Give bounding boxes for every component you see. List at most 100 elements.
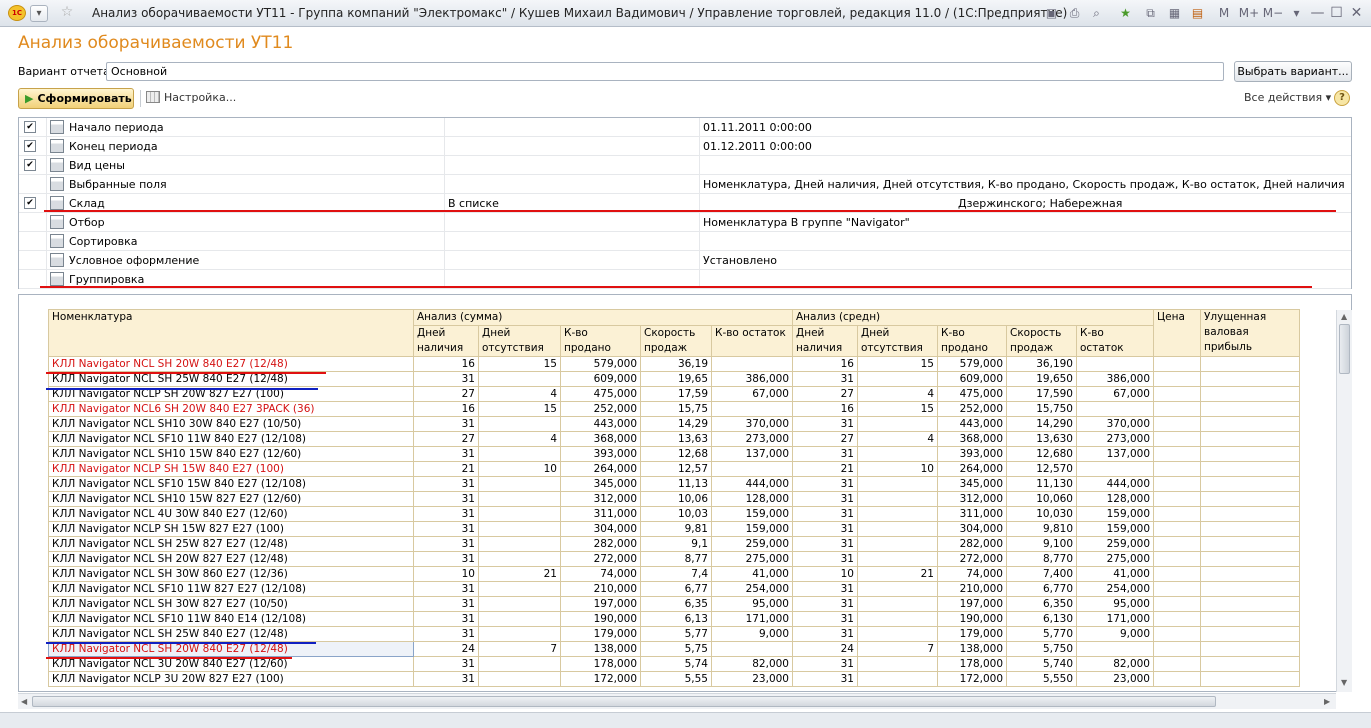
cell-o2[interactable]: 4 bbox=[857, 386, 938, 402]
cell-gross-profit[interactable] bbox=[1200, 611, 1300, 627]
cell-o1[interactable] bbox=[478, 506, 561, 522]
cell-r2[interactable]: 23,000 bbox=[1076, 671, 1154, 687]
cell-o2[interactable] bbox=[857, 551, 938, 567]
favorites-icon[interactable]: ★ bbox=[1117, 5, 1134, 22]
cell-nomenclature[interactable]: КЛЛ Navigator NCL SF10 11W 840 E14 (12/1… bbox=[48, 611, 414, 627]
cell-o1[interactable] bbox=[478, 491, 561, 507]
cell-v2[interactable]: 6,350 bbox=[1006, 596, 1077, 612]
preview-icon[interactable]: ⌕ bbox=[1088, 5, 1105, 22]
cell-s2[interactable]: 272,000 bbox=[937, 551, 1007, 567]
cell-o2[interactable] bbox=[857, 536, 938, 552]
cell-v1[interactable]: 5,77 bbox=[640, 626, 712, 642]
cell-nomenclature[interactable]: КЛЛ Navigator NCL SH 20W 827 E27 (12/48) bbox=[48, 551, 414, 567]
cell-gross-profit[interactable] bbox=[1200, 641, 1300, 657]
star-icon[interactable]: ☆ bbox=[58, 5, 76, 22]
cell-price[interactable] bbox=[1153, 641, 1201, 657]
cell-o1[interactable]: 4 bbox=[478, 431, 561, 447]
cell-r2[interactable] bbox=[1076, 461, 1154, 477]
setup-button[interactable]: Настройка... bbox=[146, 91, 236, 104]
cell-r1[interactable] bbox=[711, 401, 793, 417]
cell-r2[interactable]: 159,000 bbox=[1076, 506, 1154, 522]
cell-o2[interactable]: 21 bbox=[857, 566, 938, 582]
help-icon[interactable]: ? bbox=[1334, 90, 1350, 106]
cell-v1[interactable]: 17,59 bbox=[640, 386, 712, 402]
cell-s1[interactable]: 304,000 bbox=[560, 521, 641, 537]
cell-s1[interactable]: 138,000 bbox=[560, 641, 641, 657]
cell-d2[interactable]: 27 bbox=[792, 386, 858, 402]
cell-r1[interactable]: 386,000 bbox=[711, 371, 793, 387]
cell-nomenclature[interactable]: КЛЛ Navigator NCL 4U 30W 840 E27 (12/60) bbox=[48, 506, 414, 522]
cell-s2[interactable]: 138,000 bbox=[937, 641, 1007, 657]
cell-r2[interactable]: 273,000 bbox=[1076, 431, 1154, 447]
cell-o1[interactable] bbox=[478, 476, 561, 492]
chevron-menu-icon[interactable]: ▾ bbox=[30, 5, 48, 22]
cell-d1[interactable]: 27 bbox=[413, 386, 479, 402]
cell-r2[interactable]: 370,000 bbox=[1076, 416, 1154, 432]
table-row[interactable]: КЛЛ Navigator NCLP SH 15W 827 E27 (100) 3… bbox=[48, 521, 1300, 537]
cell-nomenclature[interactable]: КЛЛ Navigator NCL6 SH 20W 840 E27 3PACK … bbox=[48, 401, 414, 417]
setting-value[interactable]: 01.12.2011 0:00:00 bbox=[703, 140, 1345, 153]
cell-price[interactable] bbox=[1153, 491, 1201, 507]
cell-v1[interactable]: 6,13 bbox=[640, 611, 712, 627]
cell-o1[interactable] bbox=[478, 521, 561, 537]
cell-gross-profit[interactable] bbox=[1200, 626, 1300, 642]
cell-r1[interactable]: 9,000 bbox=[711, 626, 793, 642]
setting-value[interactable]: 01.11.2011 0:00:00 bbox=[703, 121, 1345, 134]
cell-o2[interactable]: 10 bbox=[857, 461, 938, 477]
cell-price[interactable] bbox=[1153, 446, 1201, 462]
cell-nomenclature[interactable]: КЛЛ Navigator NCL SH 30W 860 E27 (12/36) bbox=[48, 566, 414, 582]
cell-gross-profit[interactable] bbox=[1200, 521, 1300, 537]
app-logo-icon[interactable]: 1С bbox=[8, 5, 26, 21]
cell-price[interactable] bbox=[1153, 371, 1201, 387]
cell-v2[interactable]: 5,770 bbox=[1006, 626, 1077, 642]
table-row[interactable]: КЛЛ Navigator NCL SH10 15W 827 E27 (12/6… bbox=[48, 491, 1300, 507]
cell-d1[interactable]: 31 bbox=[413, 446, 479, 462]
cell-v1[interactable]: 13,63 bbox=[640, 431, 712, 447]
cell-v1[interactable]: 36,19 bbox=[640, 356, 712, 372]
cell-s2[interactable]: 443,000 bbox=[937, 416, 1007, 432]
cell-d2[interactable]: 10 bbox=[792, 566, 858, 582]
cell-v2[interactable]: 5,740 bbox=[1006, 656, 1077, 672]
cell-v2[interactable]: 10,060 bbox=[1006, 491, 1077, 507]
cell-price[interactable] bbox=[1153, 611, 1201, 627]
cell-d2[interactable]: 31 bbox=[792, 371, 858, 387]
cell-d1[interactable]: 16 bbox=[413, 401, 479, 417]
cell-nomenclature[interactable]: КЛЛ Navigator NCLP SH 15W 840 E27 (100) bbox=[48, 461, 414, 477]
cell-d2[interactable]: 31 bbox=[792, 656, 858, 672]
cell-s2[interactable]: 197,000 bbox=[937, 596, 1007, 612]
dropdown-icon[interactable]: ▾ bbox=[1288, 5, 1305, 22]
cell-s2[interactable]: 312,000 bbox=[937, 491, 1007, 507]
minimize-icon[interactable]: — bbox=[1309, 5, 1326, 22]
cell-o1[interactable] bbox=[478, 611, 561, 627]
cell-d2[interactable]: 31 bbox=[792, 536, 858, 552]
cell-d2[interactable]: 31 bbox=[792, 626, 858, 642]
cell-gross-profit[interactable] bbox=[1200, 656, 1300, 672]
cell-r1[interactable]: 159,000 bbox=[711, 506, 793, 522]
cell-r2[interactable]: 171,000 bbox=[1076, 611, 1154, 627]
cell-d1[interactable]: 31 bbox=[413, 611, 479, 627]
cell-v2[interactable]: 12,570 bbox=[1006, 461, 1077, 477]
cell-price[interactable] bbox=[1153, 356, 1201, 372]
cell-price[interactable] bbox=[1153, 596, 1201, 612]
cell-o2[interactable] bbox=[857, 671, 938, 687]
cell-d1[interactable]: 31 bbox=[413, 506, 479, 522]
cell-price[interactable] bbox=[1153, 581, 1201, 597]
cell-v2[interactable]: 13,630 bbox=[1006, 431, 1077, 447]
cell-s1[interactable]: 74,000 bbox=[560, 566, 641, 582]
cell-gross-profit[interactable] bbox=[1200, 476, 1300, 492]
settings-row[interactable]: ✔ Начало периода 01.11.2011 0:00:00 bbox=[19, 118, 1351, 137]
cell-s2[interactable]: 393,000 bbox=[937, 446, 1007, 462]
cell-price[interactable] bbox=[1153, 386, 1201, 402]
setting-checkbox[interactable]: ✔ bbox=[24, 140, 36, 152]
cell-gross-profit[interactable] bbox=[1200, 671, 1300, 687]
table-row[interactable]: КЛЛ Navigator NCL SF10 11W 827 E27 (12/1… bbox=[48, 581, 1300, 597]
calculator-icon[interactable]: ▦ bbox=[1166, 5, 1183, 22]
cell-s2[interactable]: 311,000 bbox=[937, 506, 1007, 522]
all-actions-menu[interactable]: Все действия ▾ bbox=[1244, 91, 1331, 104]
setting-value[interactable]: Установлено bbox=[703, 254, 1345, 267]
cell-gross-profit[interactable] bbox=[1200, 491, 1300, 507]
save-icon[interactable]: ▣ bbox=[1043, 5, 1060, 22]
cell-d1[interactable]: 31 bbox=[413, 671, 479, 687]
cell-r1[interactable]: 370,000 bbox=[711, 416, 793, 432]
cell-o1[interactable]: 21 bbox=[478, 566, 561, 582]
